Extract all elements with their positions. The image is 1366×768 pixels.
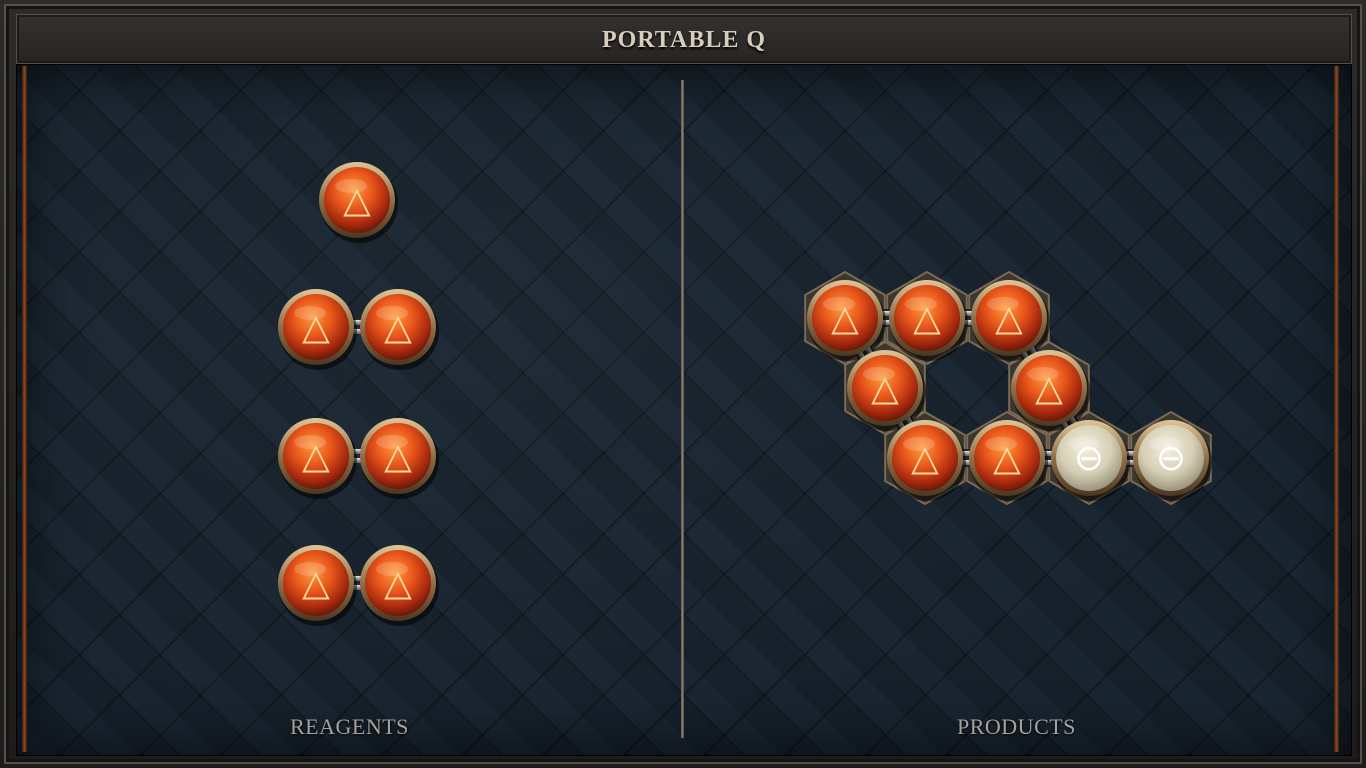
atom-symbol: △ xyxy=(302,563,330,604)
atom-symbol: △ xyxy=(302,436,330,477)
atom-symbol: △ xyxy=(302,307,330,348)
atom-symbol: △ xyxy=(1035,368,1063,409)
right-copper-rail xyxy=(1334,66,1339,752)
atom-symbol: ⊖ xyxy=(1156,438,1186,479)
puzzle-board xyxy=(16,64,1352,756)
atom-symbol: △ xyxy=(831,298,859,339)
atom-symbol: △ xyxy=(343,180,371,221)
products-label: PRODUCTS xyxy=(957,714,1076,739)
atom-symbol: ⊖ xyxy=(1074,438,1104,479)
atom-symbol: △ xyxy=(911,438,939,479)
atom-symbol: △ xyxy=(871,368,899,409)
puzzle-title: PORTABLE Q xyxy=(601,27,767,53)
left-copper-rail xyxy=(22,66,27,752)
title-bar: PORTABLE Q xyxy=(16,14,1352,64)
atom-symbol: △ xyxy=(995,298,1023,339)
atom-symbol: △ xyxy=(384,563,412,604)
section-divider xyxy=(681,80,684,738)
atom-symbol: △ xyxy=(913,298,941,339)
game-window: PORTABLE Q REAGENTS PRODUCTS △ △ △ △ △ △ △ △ △ △… xyxy=(0,0,1366,768)
atom-symbol: △ xyxy=(384,307,412,348)
reagents-label: REAGENTS xyxy=(290,714,409,739)
atom-symbol: △ xyxy=(993,438,1021,479)
atom-symbol: △ xyxy=(384,436,412,477)
